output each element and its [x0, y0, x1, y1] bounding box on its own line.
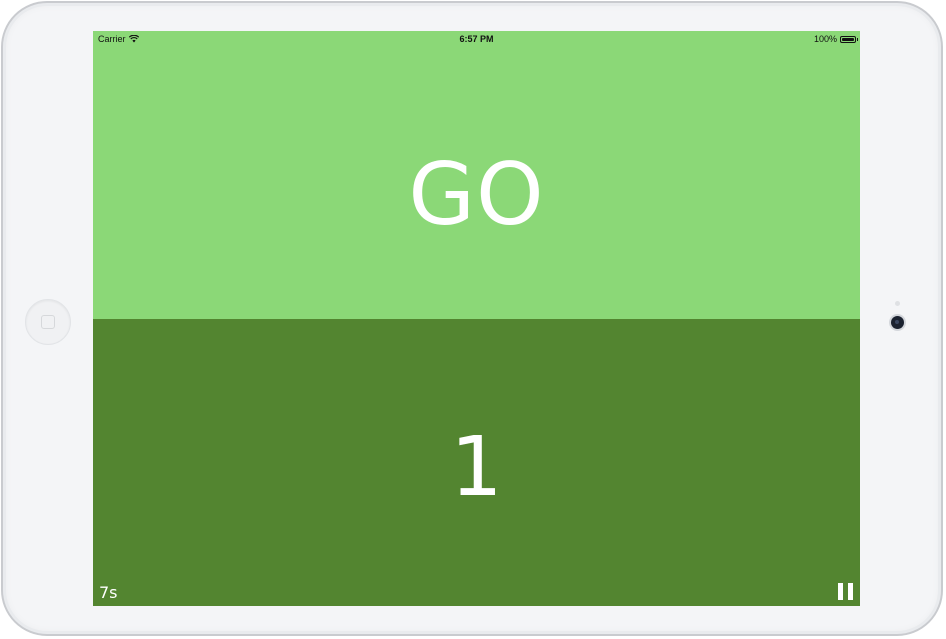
count-panel[interactable]: 1 7s [93, 319, 860, 606]
count-label: 1 [450, 420, 503, 515]
clock: 6:57 PM [459, 34, 494, 44]
battery-fill [842, 37, 854, 41]
home-button-icon [41, 315, 55, 329]
pause-button[interactable] [838, 583, 854, 600]
status-bar: Carrier 6:57 PM 100% [93, 31, 860, 47]
go-panel[interactable]: GO [93, 31, 860, 319]
battery-icon [840, 35, 858, 43]
battery-status: 100% [813, 34, 858, 44]
light-sensor [895, 301, 900, 306]
front-camera [891, 316, 904, 329]
elapsed-time: 7s [99, 583, 118, 602]
battery-percent: 100% [813, 34, 837, 44]
home-button[interactable] [25, 299, 71, 345]
go-label: GO [408, 145, 545, 245]
app-screen: GO 1 7s Carrier 6:57 PM 100% [93, 31, 860, 606]
